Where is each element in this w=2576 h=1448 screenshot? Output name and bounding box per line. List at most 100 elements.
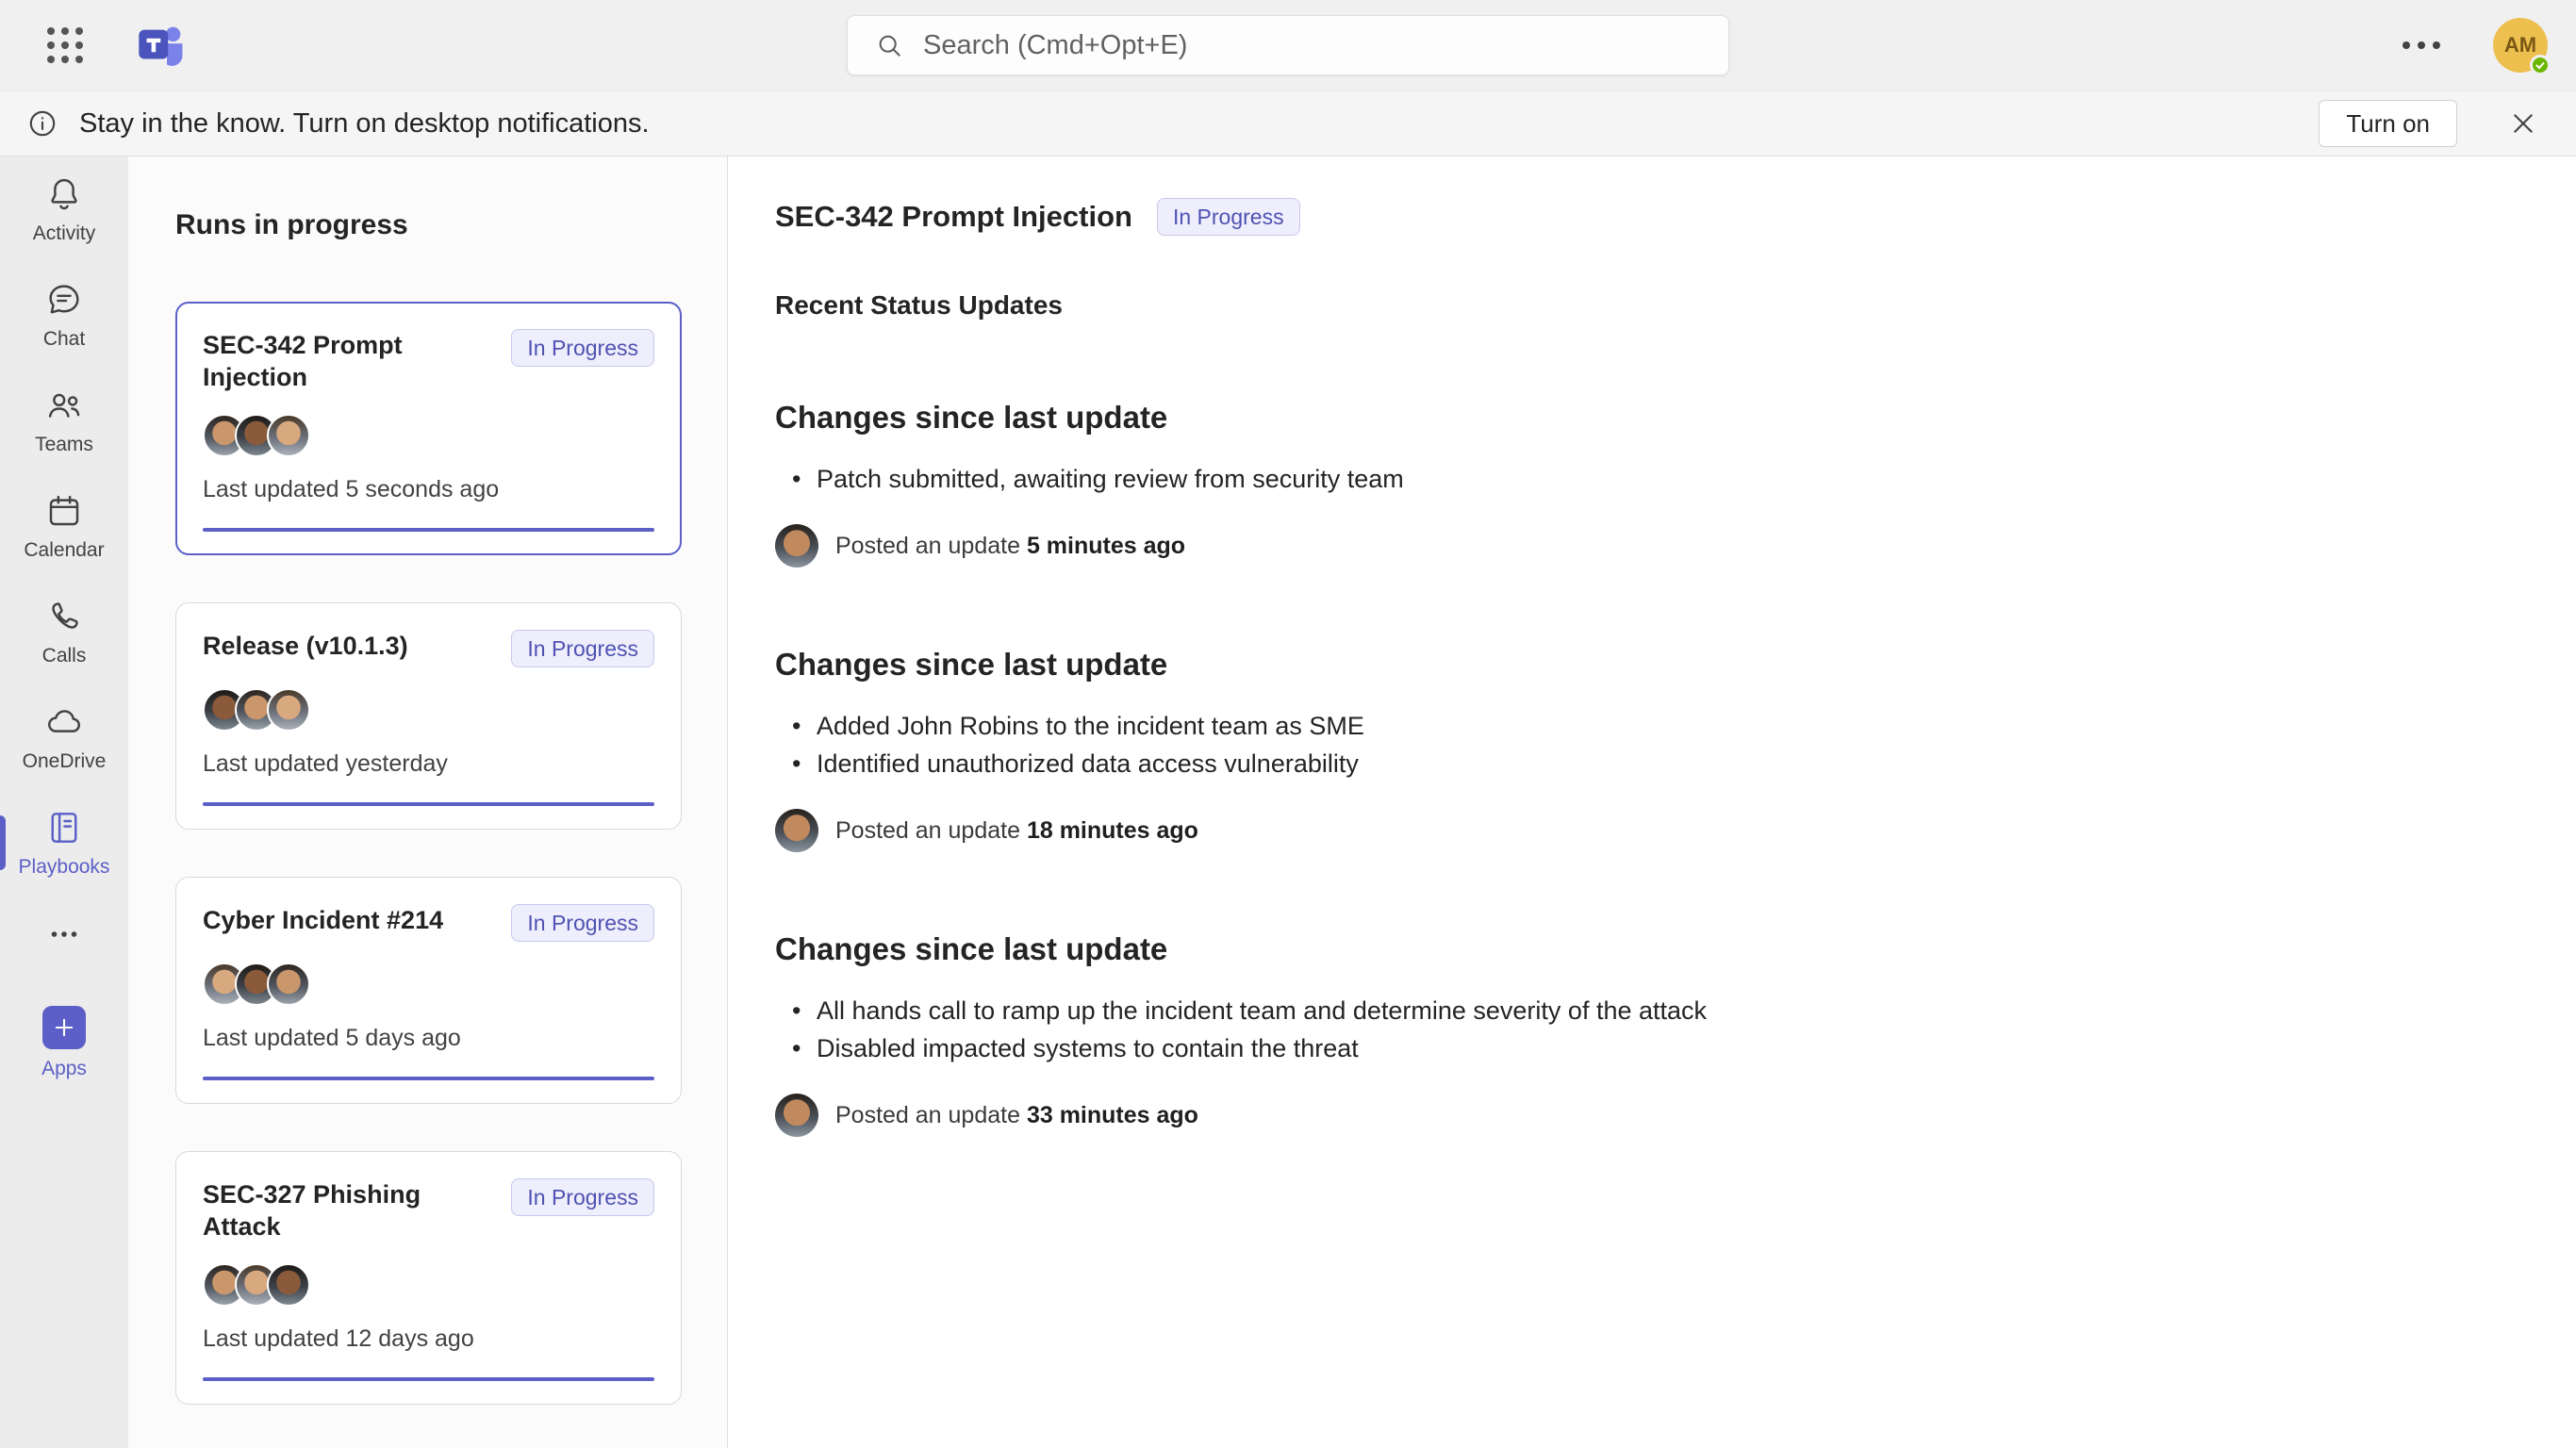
- teams-logo-icon: [134, 18, 189, 73]
- turn-on-button[interactable]: Turn on: [2319, 100, 2457, 147]
- rail-item-label: Teams: [35, 434, 93, 456]
- notification-banner: Stay in the know. Turn on desktop notifi…: [0, 90, 2576, 156]
- rail-item-apps[interactable]: Apps: [0, 990, 128, 1095]
- poster-avatar: [775, 809, 818, 852]
- posted-row: Posted an update 18 minutes ago: [775, 809, 2501, 852]
- run-card[interactable]: Cyber Incident #214 In Progress Last upd…: [175, 877, 682, 1104]
- status-badge: In Progress: [511, 329, 654, 367]
- posted-time: 33 minutes ago: [1027, 1102, 1198, 1128]
- update-bullet: Identified unauthorized data access vuln…: [775, 745, 2501, 782]
- status-badge: In Progress: [1157, 198, 1300, 236]
- chat-icon: [44, 280, 84, 320]
- rail-item-label: Activity: [33, 222, 96, 245]
- notebook-icon: [44, 808, 84, 847]
- status-badge: In Progress: [511, 904, 654, 942]
- posted-row: Posted an update 5 minutes ago: [775, 524, 2501, 568]
- progress-bar: [203, 802, 654, 806]
- rail-item-label: Calendar: [24, 539, 104, 562]
- member-avatars: [203, 688, 654, 732]
- progress-bar: [203, 1077, 654, 1080]
- rail-item-calls[interactable]: Calls: [0, 579, 128, 684]
- run-title: SEC-342 Prompt Injection: [203, 329, 500, 393]
- profile-avatar[interactable]: AM: [2493, 18, 2548, 73]
- calendar-icon: [44, 491, 84, 531]
- update-bullets: All hands call to ramp up the incident t…: [775, 992, 2501, 1067]
- info-icon: [26, 107, 58, 140]
- posted-time: 18 minutes ago: [1027, 817, 1198, 844]
- progress-bar: [203, 528, 654, 532]
- rail-item-onedrive[interactable]: OneDrive: [0, 684, 128, 790]
- update-bullet: Disabled impacted systems to contain the…: [775, 1029, 2501, 1067]
- runs-panel-title: Runs in progress: [175, 209, 682, 241]
- run-card[interactable]: SEC-327 Phishing Attack In Progress Last…: [175, 1151, 682, 1405]
- posted-label: Posted an update: [835, 533, 1020, 559]
- poster-avatar: [775, 1094, 818, 1137]
- search-bar[interactable]: [847, 15, 1729, 75]
- plus-icon: [42, 1006, 86, 1049]
- rail-item-chat[interactable]: Chat: [0, 262, 128, 368]
- member-avatars: [203, 1263, 654, 1307]
- poster-avatar: [775, 524, 818, 568]
- search-input[interactable]: [923, 30, 1702, 61]
- update-bullets: Added John Robins to the incident team a…: [775, 707, 2501, 782]
- member-avatars: [203, 414, 654, 457]
- profile-initials: AM: [2504, 33, 2536, 58]
- run-title: Cyber Incident #214: [203, 904, 443, 936]
- rail-item-activity[interactable]: Activity: [0, 156, 128, 262]
- update-bullet: All hands call to ramp up the incident t…: [775, 992, 2501, 1029]
- member-avatar: [267, 688, 310, 732]
- status-update: Changes since last update Added John Rob…: [775, 647, 2501, 852]
- more-icon: [44, 914, 84, 954]
- run-detail-title: SEC-342 Prompt Injection: [775, 200, 1132, 234]
- rail-item-label: Calls: [42, 645, 87, 667]
- presence-available-icon: [2530, 55, 2551, 75]
- run-card[interactable]: Release (v10.1.3) In Progress Last updat…: [175, 602, 682, 830]
- status-badge: In Progress: [511, 1178, 654, 1216]
- last-updated-text: Last updated 5 seconds ago: [203, 476, 654, 503]
- rail-item-label: Apps: [41, 1058, 87, 1080]
- runs-panel: Runs in progress SEC-342 Prompt Injectio…: [128, 156, 728, 1448]
- member-avatar: [267, 963, 310, 1006]
- rail-item-playbooks[interactable]: Playbooks: [0, 790, 128, 896]
- run-title: Release (v10.1.3): [203, 630, 408, 662]
- cloud-icon: [44, 702, 84, 742]
- status-update: Changes since last update Patch submitte…: [775, 400, 2501, 568]
- run-card[interactable]: SEC-342 Prompt Injection In Progress Las…: [175, 302, 682, 555]
- rail-item-more[interactable]: [0, 896, 128, 973]
- rail-item-label: Playbooks: [19, 856, 110, 879]
- top-bar: AM: [0, 0, 2576, 90]
- app-launcher-icon[interactable]: [43, 24, 87, 67]
- selected-indicator: [0, 815, 6, 870]
- close-banner-button[interactable]: [2502, 103, 2544, 144]
- update-bullet: Added John Robins to the incident team a…: [775, 707, 2501, 745]
- teams-app-window: AM Stay in the know. Turn on desktop not…: [0, 0, 2576, 1448]
- run-detail: SEC-342 Prompt Injection In Progress Rec…: [728, 156, 2576, 1448]
- update-bullet: Patch submitted, awaiting review from se…: [775, 460, 2501, 498]
- more-options-icon[interactable]: [2393, 32, 2450, 58]
- bell-icon: [44, 174, 84, 214]
- update-heading: Changes since last update: [775, 400, 2501, 436]
- posted-row: Posted an update 33 minutes ago: [775, 1094, 2501, 1137]
- progress-bar: [203, 1377, 654, 1381]
- search-icon: [874, 30, 904, 60]
- section-title: Recent Status Updates: [775, 290, 2501, 321]
- member-avatar: [267, 414, 310, 457]
- status-update: Changes since last update All hands call…: [775, 931, 2501, 1137]
- people-icon: [44, 386, 84, 425]
- rail-item-label: OneDrive: [23, 750, 107, 773]
- update-heading: Changes since last update: [775, 931, 2501, 967]
- phone-icon: [44, 597, 84, 636]
- last-updated-text: Last updated 12 days ago: [203, 1325, 654, 1353]
- status-badge: In Progress: [511, 630, 654, 667]
- update-bullets: Patch submitted, awaiting review from se…: [775, 460, 2501, 498]
- rail-item-teams[interactable]: Teams: [0, 368, 128, 473]
- member-avatars: [203, 963, 654, 1006]
- posted-time: 5 minutes ago: [1027, 533, 1185, 559]
- run-title: SEC-327 Phishing Attack: [203, 1178, 500, 1242]
- last-updated-text: Last updated 5 days ago: [203, 1025, 654, 1052]
- posted-label: Posted an update: [835, 1102, 1020, 1128]
- update-heading: Changes since last update: [775, 647, 2501, 683]
- rail-item-label: Chat: [43, 328, 85, 351]
- rail-item-calendar[interactable]: Calendar: [0, 473, 128, 579]
- member-avatar: [267, 1263, 310, 1307]
